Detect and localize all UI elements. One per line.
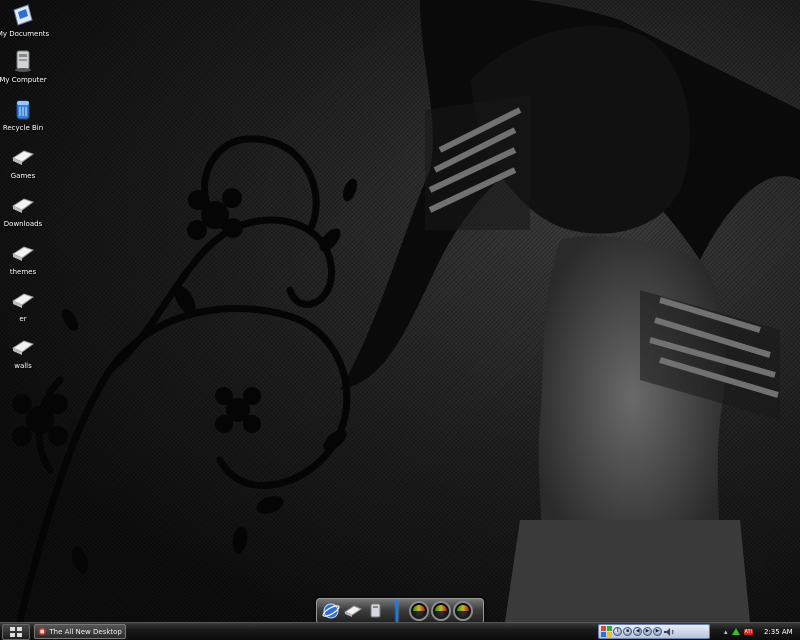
folder-icon xyxy=(11,246,35,261)
my-documents-icon xyxy=(13,4,33,26)
disk-gauge[interactable] xyxy=(453,601,473,621)
desktop-icon-label: Games xyxy=(10,172,36,180)
browser-icon xyxy=(322,603,340,619)
desktop-icon-label: walls xyxy=(14,362,32,370)
recycle-bin-icon xyxy=(16,100,30,120)
cpu-gauge[interactable] xyxy=(409,601,429,621)
my-computer-icon xyxy=(15,50,31,72)
desktop-icon-walls[interactable]: walls xyxy=(0,334,46,370)
gauge-dial xyxy=(431,601,451,621)
folder-icon xyxy=(11,293,35,308)
app-icon xyxy=(38,627,46,636)
start-menu-icon xyxy=(10,626,22,637)
network-icon[interactable] xyxy=(731,627,741,637)
desktop-icon-label: Recycle Bin xyxy=(2,124,44,132)
volume-icon[interactable] xyxy=(663,627,677,637)
desktop-icon-label: My Documents xyxy=(0,30,50,38)
desktop-icon-my-computer[interactable]: My Computer xyxy=(0,48,47,84)
dock-separator xyxy=(396,600,398,622)
ram-gauge[interactable] xyxy=(431,601,451,621)
media-player-bar: ‖ ■ ◀ ▶ ▶ xyxy=(598,624,710,639)
ati-icon[interactable]: ATI xyxy=(743,628,753,635)
previous-icon[interactable]: ◀ xyxy=(633,627,642,636)
taskbar-window-title: The All New Desktop ... xyxy=(49,627,125,636)
desktop-icon-downloads[interactable]: Downloads xyxy=(0,192,46,228)
desktop-icon-games[interactable]: Games xyxy=(0,144,46,180)
folder-icon xyxy=(11,150,35,165)
folder-icon xyxy=(11,198,35,213)
desktop-icon-themes[interactable]: themes xyxy=(0,240,46,276)
gauge-dial xyxy=(409,601,429,621)
desktop-icon-label: Downloads xyxy=(3,220,43,228)
wallpaper xyxy=(12,0,800,622)
pause-icon[interactable]: ‖ xyxy=(613,627,622,636)
desktop-icon-recycle-bin[interactable]: Recycle Bin xyxy=(0,96,46,132)
windows-logo-icon[interactable] xyxy=(601,626,612,637)
dock-browser[interactable] xyxy=(321,601,341,621)
desktop-icon-my-documents[interactable]: My Documents xyxy=(0,2,50,38)
computer-icon xyxy=(370,603,381,618)
stop-icon[interactable]: ■ xyxy=(623,627,632,636)
taskbar: The All New Desktop ... ‖ ■ ◀ ▶ ▶ ▴ ATI … xyxy=(0,622,800,640)
dock xyxy=(316,598,484,622)
desktop-icon-label: themes xyxy=(9,268,37,276)
dock-computer[interactable] xyxy=(365,601,385,621)
taskbar-window-button[interactable]: The All New Desktop ... xyxy=(34,624,126,639)
dock-folder[interactable] xyxy=(343,601,363,621)
desktop[interactable]: My Documents My Computer Recycle Bin Gam… xyxy=(0,0,800,622)
gauge-dial xyxy=(453,601,473,621)
tray-arrow-icon[interactable]: ▴ xyxy=(724,628,728,636)
folder-icon xyxy=(11,340,35,355)
clock[interactable]: 2:35 AM xyxy=(764,628,793,636)
folder-icon xyxy=(344,605,362,617)
system-tray: ▴ ATI 2:35 AM xyxy=(720,623,800,640)
desktop-icon-label: er xyxy=(19,315,27,323)
desktop-icon-er[interactable]: er xyxy=(0,287,46,323)
play-icon[interactable]: ▶ xyxy=(643,627,652,636)
next-icon[interactable]: ▶ xyxy=(653,627,662,636)
desktop-icon-label: My Computer xyxy=(0,76,47,84)
start-button[interactable] xyxy=(2,623,30,640)
